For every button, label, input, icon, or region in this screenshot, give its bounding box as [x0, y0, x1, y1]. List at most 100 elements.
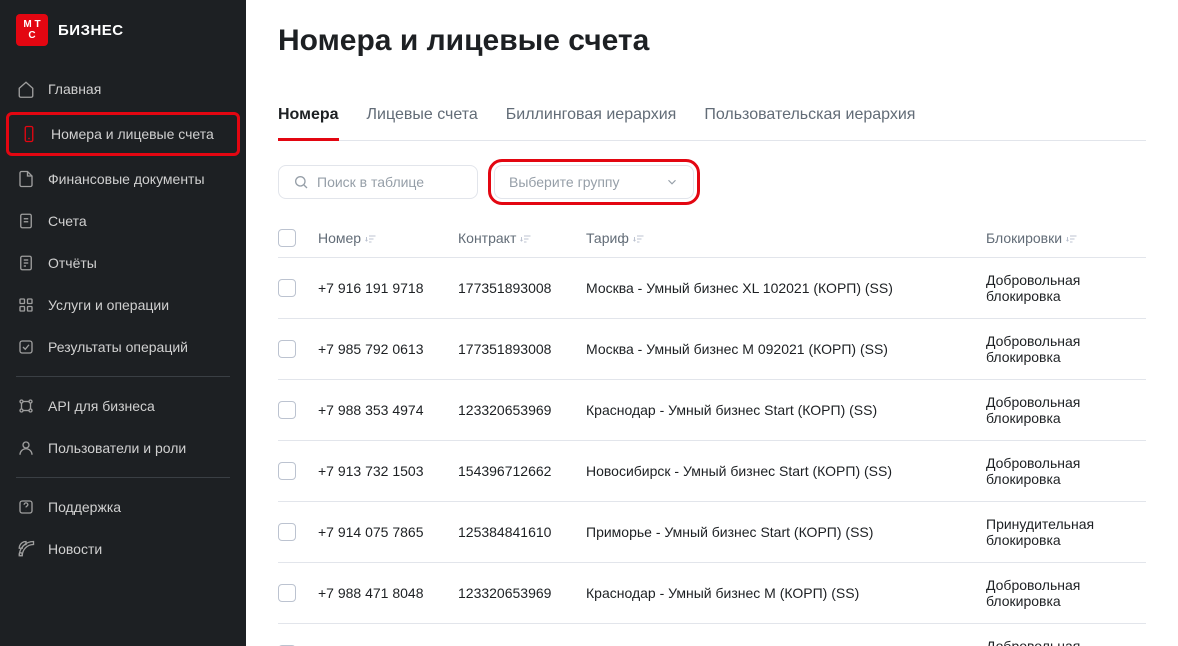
sidebar-item-check[interactable]: Результаты операций [0, 326, 246, 368]
table-row[interactable]: +7 988 471 8048123320653969Краснодар - У… [278, 562, 1146, 623]
sidebar-item-label: Поддержка [48, 499, 121, 515]
col-block[interactable]: Блокировки [986, 230, 1146, 246]
sort-icon [520, 233, 532, 245]
sidebar: М ТС БИЗНЕС Главная Номера и лицевые счет… [0, 0, 246, 646]
cell-number: +7 988 353 4974 [318, 402, 458, 418]
sidebar-item-label: Результаты операций [48, 339, 188, 355]
news-icon [16, 539, 36, 559]
tabs: Номера Лицевые счета Биллинговая иерархи… [278, 106, 1146, 141]
cell-number: +7 988 471 8048 [318, 585, 458, 601]
logo[interactable]: М ТС БИЗНЕС [0, 0, 246, 68]
chevron-down-icon [665, 175, 679, 189]
table-header: Номер Контракт Тариф Блокировки [278, 219, 1146, 257]
api-icon [16, 396, 36, 416]
row-checkbox[interactable] [278, 401, 296, 419]
cell-number: +7 913 732 1503 [318, 463, 458, 479]
cell-block: Добровольная блокировка [986, 577, 1146, 609]
sidebar-item-user[interactable]: Пользователи и роли [0, 427, 246, 469]
sidebar-item-label: Новости [48, 541, 102, 557]
cell-tariff: Москва - Умный бизнес XL 102021 (КОРП) (… [586, 280, 986, 296]
sidebar-item-home[interactable]: Главная [0, 68, 246, 110]
sidebar-item-api[interactable]: API для бизнеса [0, 385, 246, 427]
sidebar-item-doc[interactable]: Финансовые документы [0, 158, 246, 200]
sidebar-item-label: Финансовые документы [48, 171, 205, 187]
col-contract[interactable]: Контракт [458, 230, 586, 246]
sort-icon [365, 233, 377, 245]
cell-number: +7 985 792 0613 [318, 341, 458, 357]
cell-block: Добровольная блокировка [986, 394, 1146, 426]
main-content: Номера и лицевые счета Номера Лицевые сч… [246, 0, 1178, 646]
sidebar-item-news[interactable]: Новости [0, 528, 246, 570]
tab-numbers[interactable]: Номера [278, 106, 339, 141]
sidebar-item-bill[interactable]: Счета [0, 200, 246, 242]
col-tariff[interactable]: Тариф [586, 230, 986, 246]
tab-billing-hierarchy[interactable]: Биллинговая иерархия [506, 106, 677, 141]
cell-contract: 123320653969 [458, 402, 586, 418]
bill-icon [16, 211, 36, 231]
cell-block: Добровольная блокировка [986, 272, 1146, 304]
sidebar-item-phone[interactable]: Номера и лицевые счета [6, 112, 240, 156]
cell-number: +7 916 191 9718 [318, 280, 458, 296]
nav-separator [16, 477, 230, 478]
cell-number: +7 914 075 7865 [318, 524, 458, 540]
cell-block: Добровольная блокировка [986, 333, 1146, 365]
sidebar-item-label: Главная [48, 81, 101, 97]
select-all-checkbox[interactable] [278, 229, 296, 247]
table-row[interactable]: +7 914 075 7865125384841610Приморье - Ум… [278, 501, 1146, 562]
user-icon [16, 438, 36, 458]
report-icon [16, 253, 36, 273]
cell-tariff: Новосибирск - Умный бизнес Start (КОРП) … [586, 463, 986, 479]
nav-separator [16, 376, 230, 377]
cell-contract: 123320653969 [458, 585, 586, 601]
cell-tariff: Приморье - Умный бизнес Start (КОРП) (SS… [586, 524, 986, 540]
search-icon [293, 174, 309, 190]
sort-icon [1066, 233, 1078, 245]
sidebar-item-label: Пользователи и роли [48, 440, 186, 456]
cell-block: Добровольная блокировка [986, 455, 1146, 487]
check-icon [16, 337, 36, 357]
table-row[interactable]: +7 985 792 0613177351893008Москва - Умны… [278, 318, 1146, 379]
doc-icon [16, 169, 36, 189]
row-checkbox[interactable] [278, 584, 296, 602]
table-row[interactable]: +7 988 353 4974123320653969Краснодар - У… [278, 379, 1146, 440]
col-number[interactable]: Номер [318, 230, 458, 246]
sidebar-item-label: API для бизнеса [48, 398, 155, 414]
phone-icon [19, 124, 39, 144]
grid-icon [16, 295, 36, 315]
row-checkbox[interactable] [278, 523, 296, 541]
cell-contract: 177351893008 [458, 341, 586, 357]
table-row[interactable]: +7 916 191 9718177351893008Москва - Умны… [278, 257, 1146, 318]
cell-contract: 125384841610 [458, 524, 586, 540]
row-checkbox[interactable] [278, 340, 296, 358]
select-placeholder: Выберите группу [509, 174, 619, 190]
sidebar-item-help[interactable]: Поддержка [0, 486, 246, 528]
logo-brand: БИЗНЕС [58, 22, 124, 39]
sidebar-item-report[interactable]: Отчёты [0, 242, 246, 284]
cell-tariff: Москва - Умный бизнес М 092021 (КОРП) (S… [586, 341, 986, 357]
logo-mark-icon: М ТС [16, 14, 48, 46]
cell-block: Добровольная блокировка [986, 638, 1146, 646]
cell-contract: 177351893008 [458, 280, 586, 296]
cell-contract: 154396712662 [458, 463, 586, 479]
search-placeholder: Поиск в таблице [317, 174, 424, 190]
sidebar-item-label: Номера и лицевые счета [51, 126, 214, 142]
search-input[interactable]: Поиск в таблице [278, 165, 478, 199]
row-checkbox[interactable] [278, 462, 296, 480]
group-select[interactable]: Выберите группу [494, 165, 694, 199]
sort-icon [633, 233, 645, 245]
help-icon [16, 497, 36, 517]
cell-tariff: Краснодар - Умный бизнес Start (КОРП) (S… [586, 402, 986, 418]
home-icon [16, 79, 36, 99]
tab-user-hierarchy[interactable]: Пользовательская иерархия [704, 106, 915, 141]
tab-accounts[interactable]: Лицевые счета [367, 106, 478, 141]
sidebar-item-label: Отчёты [48, 255, 97, 271]
sidebar-item-label: Услуги и операции [48, 297, 169, 313]
table-row[interactable]: +7 989 800 2895123320653969Краснодар - У… [278, 623, 1146, 646]
sidebar-item-grid[interactable]: Услуги и операции [0, 284, 246, 326]
row-checkbox[interactable] [278, 279, 296, 297]
cell-block: Принудительная блокировка [986, 516, 1146, 548]
table-row[interactable]: +7 913 732 1503154396712662Новосибирск -… [278, 440, 1146, 501]
page-title: Номера и лицевые счета [278, 24, 1146, 58]
cell-tariff: Краснодар - Умный бизнес М (КОРП) (SS) [586, 585, 986, 601]
sidebar-item-label: Счета [48, 213, 87, 229]
